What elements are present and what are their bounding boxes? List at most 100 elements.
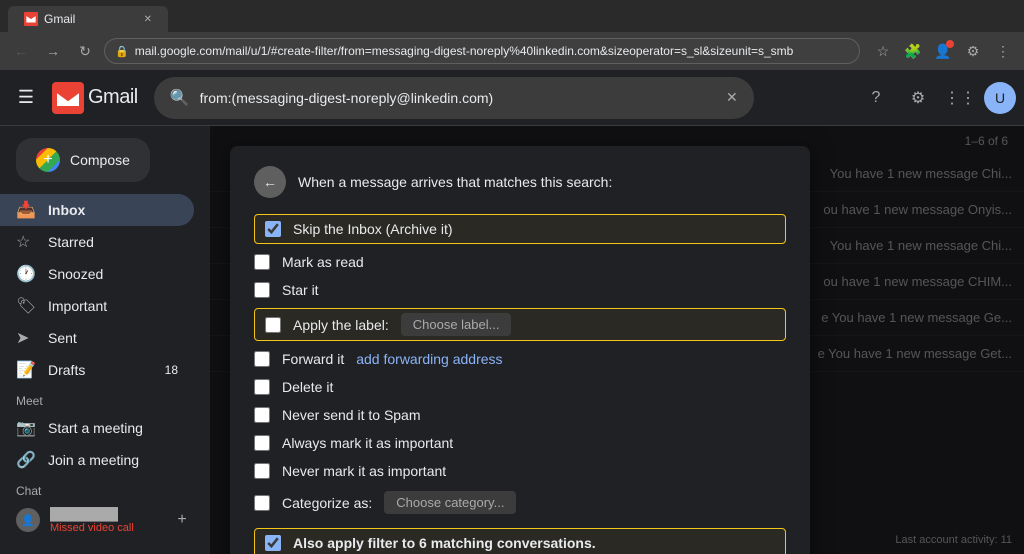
never-important-row: Never mark it as important [254,457,786,485]
never-important-label: Never mark it as important [282,463,446,479]
important-icon: 🏷 [16,296,36,316]
never-spam-row: Never send it to Spam [254,401,786,429]
sidebar-item-join-meeting[interactable]: 🔗 Join a meeting [0,444,194,476]
extensions-puzzle-icon[interactable]: 🧩 [900,38,926,64]
chat-user-item[interactable]: 👤 ████████ Missed video call + [0,502,210,538]
apply-label-text: Apply the label: [293,317,389,333]
drafts-icon: 📝 [16,360,36,380]
delete-checkbox[interactable] [254,379,270,395]
main-content: 1–6 of 6 You have 1 new message Chi... o… [210,126,1024,554]
gmail-logo-text: Gmail [88,86,138,109]
grid-apps-icon[interactable]: ⋮⋮ [942,80,978,116]
choose-label-button[interactable]: Choose label... [401,313,512,336]
gmail-logo: Gmail [52,82,138,114]
settings-icon[interactable]: ⚙ [900,80,936,116]
forward-checkbox[interactable] [254,351,270,367]
filter-header-text: When a message arrives that matches this… [298,174,612,190]
bookmark-star-icon[interactable]: ☆ [870,38,896,64]
menu-button[interactable]: ☰ [8,80,44,116]
sent-icon: ➤ [16,328,36,348]
link-icon: 🔗 [16,450,36,470]
compose-label: Compose [70,152,130,168]
search-clear-icon[interactable]: ✕ [726,89,738,106]
important-label: Important [48,298,178,314]
also-apply-suffix: matching conversations. [427,535,596,551]
missed-call-text: Missed video call [50,522,134,534]
snoozed-icon: 🕐 [16,264,36,284]
apply-label-checkbox[interactable] [265,317,281,333]
inbox-label: Inbox [48,202,178,218]
gmail-logo-icon [52,82,84,114]
sidebar-item-snoozed[interactable]: 🕐 Snoozed [0,258,194,290]
chat-user-name: ████████ [50,507,134,521]
also-apply-row: Also apply filter to 6 matching conversa… [254,528,786,554]
sidebar-item-starred[interactable]: ☆ Starred [0,226,194,258]
never-important-checkbox[interactable] [254,463,270,479]
categorize-checkbox[interactable] [254,495,270,511]
mark-read-label: Mark as read [282,254,364,270]
star-it-label: Star it [282,282,319,298]
browser-toolbar-icons: ☆ 🧩 👤 ⚙ ⋮ [870,38,1016,64]
delete-row: Delete it [254,373,786,401]
never-spam-checkbox[interactable] [254,407,270,423]
apply-label-row: Apply the label: Choose label... [254,308,786,341]
filter-overlay: ← When a message arrives that matches th… [210,126,1024,554]
sidebar-item-important[interactable]: 🏷 Important [0,290,194,322]
gmail-header: ☰ Gmail 🔍 ✕ ? ⚙ ⋮⋮ U [0,70,1024,126]
always-important-checkbox[interactable] [254,435,270,451]
back-button[interactable]: ← [8,38,34,64]
also-apply-text: Also apply filter to 6 matching conversa… [293,535,596,551]
more-options-icon[interactable]: ⋮ [990,38,1016,64]
gmail-favicon-icon [24,12,38,26]
sidebar-item-sent[interactable]: ➤ Sent [0,322,194,354]
filter-dialog: ← When a message arrives that matches th… [230,146,810,554]
also-apply-checkbox[interactable] [265,535,281,551]
always-important-label: Always mark it as important [282,435,453,451]
browser-tab-gmail[interactable]: Gmail ✕ [8,6,168,32]
header-right: ? ⚙ ⋮⋮ U [858,80,1016,116]
back-arrow-icon: ← [263,174,277,190]
sidebar-item-drafts[interactable]: 📝 Drafts 18 [0,354,194,386]
join-meeting-label: Join a meeting [48,452,178,468]
compose-plus-icon: + [36,148,60,172]
inbox-icon: 📥 [16,200,36,220]
choose-category-button[interactable]: Choose category... [384,491,516,514]
meet-section-title: Meet [0,386,210,412]
profile-icon[interactable]: 👤 [930,38,956,64]
skip-inbox-label: Skip the Inbox (Archive it) [293,221,453,237]
chat-avatar: 👤 [16,508,40,532]
sidebar-item-start-meeting[interactable]: 📷 Start a meeting [0,412,194,444]
drafts-count: 18 [165,363,178,377]
star-it-checkbox[interactable] [254,282,270,298]
star-it-row: Star it [254,276,786,304]
chat-section-title: Chat [0,476,210,502]
forward-button[interactable]: → [40,38,66,64]
sidebar-item-inbox[interactable]: 📥 Inbox [0,194,194,226]
always-important-row: Always mark it as important [254,429,786,457]
help-icon[interactable]: ? [858,80,894,116]
skip-inbox-checkbox[interactable] [265,221,281,237]
search-icon: 🔍 [170,88,190,108]
reload-button[interactable]: ↻ [72,38,98,64]
url-text: mail.google.com/mail/u/1/#create-filter/… [135,44,849,58]
add-forwarding-link[interactable]: add forwarding address [356,351,502,367]
user-avatar[interactable]: U [984,82,1016,114]
browser-chrome: Gmail ✕ ← → ↻ 🔒 mail.google.com/mail/u/1… [0,0,1024,70]
search-input[interactable] [200,90,716,106]
delete-label: Delete it [282,379,333,395]
tab-close-btn[interactable]: ✕ [144,14,152,25]
sidebar: + Compose 📥 Inbox ☆ Starred 🕐 Snoozed 🏷 … [0,126,210,554]
mark-read-row: Mark as read [254,248,786,276]
filter-dialog-header: ← When a message arrives that matches th… [254,166,786,198]
mark-read-checkbox[interactable] [254,254,270,270]
search-bar[interactable]: 🔍 ✕ [154,77,754,119]
chat-add-button[interactable]: + [170,508,194,532]
gmail-app: ☰ Gmail 🔍 ✕ ? ⚙ ⋮⋮ U + Compose [0,70,1024,554]
address-bar[interactable]: 🔒 mail.google.com/mail/u/1/#create-filte… [104,38,860,64]
start-meeting-label: Start a meeting [48,420,178,436]
browser-tabs: Gmail ✕ [0,0,1024,32]
gmail-body: + Compose 📥 Inbox ☆ Starred 🕐 Snoozed 🏷 … [0,126,1024,554]
compose-button[interactable]: + Compose [16,138,150,182]
settings-gear-icon[interactable]: ⚙ [960,38,986,64]
filter-back-button[interactable]: ← [254,166,286,198]
